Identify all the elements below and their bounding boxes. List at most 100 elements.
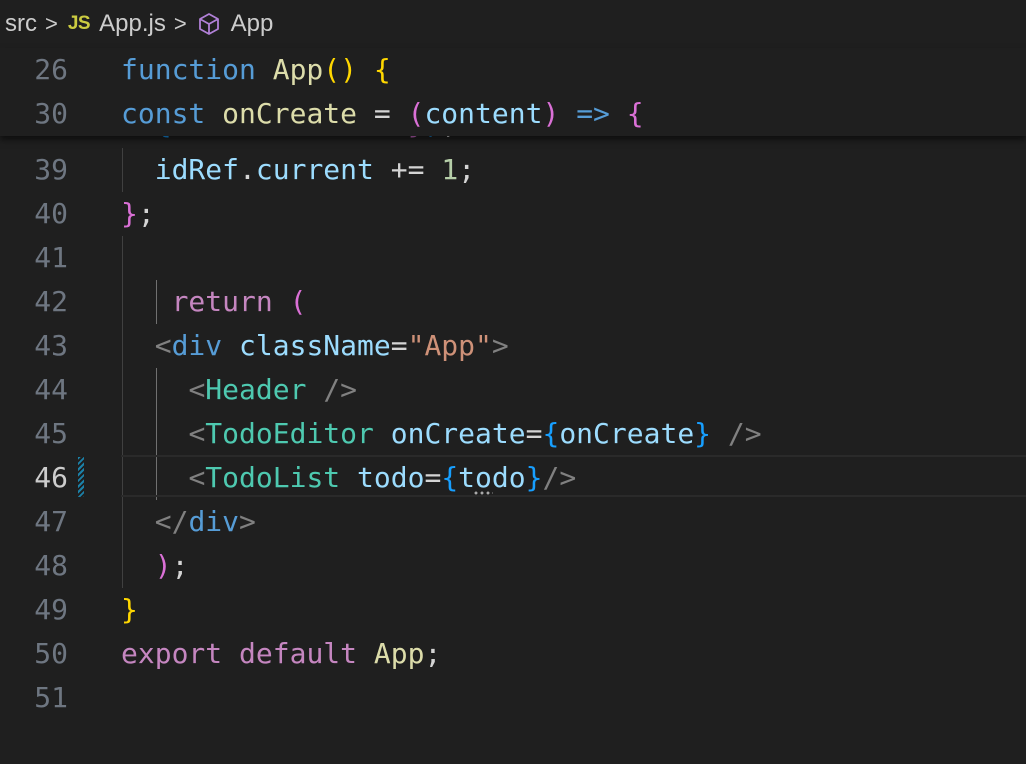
line-code: <div className="App"> [121, 324, 509, 368]
code-token: . [239, 153, 256, 186]
breadcrumb: src > JS App.js > App [0, 0, 1026, 48]
code-token: /> [542, 461, 577, 494]
code-line[interactable]: 47 </div> [0, 500, 1026, 544]
code-token: ; [171, 549, 189, 582]
partial-code-line: { }); [0, 136, 1026, 146]
breadcrumb-file[interactable]: App.js [99, 10, 166, 38]
code-token: TodoList [205, 461, 341, 494]
line-number: 41 [34, 241, 68, 274]
code-token: = [390, 329, 408, 362]
sticky-code-line[interactable]: 30 const onCreate = (content) => { [0, 92, 1026, 136]
code-line[interactable]: 50 export default App; [0, 632, 1026, 676]
line-number: 48 [34, 549, 68, 582]
code-token: = [525, 417, 543, 450]
code-token: < [188, 461, 206, 494]
code-line[interactable]: 41 [0, 236, 1026, 280]
code-token: ; [424, 637, 442, 670]
code-line[interactable]: 51 [0, 676, 1026, 720]
code-token: > [239, 505, 256, 538]
code-token: = [357, 97, 408, 130]
line-code: idRef.current += 1; [121, 148, 475, 192]
code-token: idRef [154, 153, 240, 186]
line-code: ); [121, 544, 189, 588]
line-number: 46 [34, 461, 68, 494]
code-token: += [373, 153, 442, 186]
code-token: = [424, 461, 442, 494]
line-number: 26 [34, 53, 68, 86]
code-token: ; [137, 197, 155, 230]
code-token: } [121, 197, 138, 230]
line-code: <TodoEditor onCreate={onCreate} /> [121, 412, 762, 456]
code-line[interactable]: 46 <TodoList todo={todo}/> [0, 456, 1026, 500]
code-token: div [188, 505, 240, 538]
code-token: < [154, 329, 172, 362]
breadcrumb-folder[interactable]: src [5, 10, 37, 38]
code-line[interactable]: 49} [0, 588, 1026, 632]
breadcrumb-symbol[interactable]: App [231, 10, 274, 38]
line-number: 49 [34, 593, 68, 626]
line-code: </div> [121, 500, 256, 544]
code-token: /> [323, 373, 358, 406]
code-token: 1 [441, 153, 459, 186]
code-line[interactable]: 39 idRef.current += 1; [0, 148, 1026, 192]
code-token: function [121, 53, 256, 86]
code-token: { [441, 461, 459, 494]
code-line[interactable]: 43 <div className="App"> [0, 324, 1026, 368]
code-token: div [171, 329, 223, 362]
code-token: => [576, 97, 610, 130]
code-token: onCreate [222, 97, 358, 130]
line-number: 51 [34, 681, 68, 714]
code-token: ; [458, 153, 476, 186]
code-token: App [373, 637, 425, 670]
line-number: 42 [34, 285, 68, 318]
chevron-right-icon: > [173, 11, 187, 36]
line-code: function App() { [121, 48, 391, 92]
code-token: todo [458, 461, 526, 494]
code-token: </ [154, 505, 189, 538]
line-number: 44 [34, 373, 68, 406]
code-token: ( [289, 285, 307, 318]
code-token: todo [357, 461, 425, 494]
code-token: { [373, 53, 391, 86]
code-token: } [121, 593, 138, 626]
line-code: <TodoList todo={todo}/> [121, 456, 576, 500]
code-token: ) [542, 97, 560, 130]
code-token: } [694, 417, 712, 450]
code-token: /> [727, 417, 762, 450]
line-number: 43 [34, 329, 68, 362]
code-token: { [626, 97, 644, 130]
code-line[interactable]: 45 <TodoEditor onCreate={onCreate} /> [0, 412, 1026, 456]
code-token: onCreate [559, 417, 695, 450]
code-line[interactable]: 42 return ( [0, 280, 1026, 324]
code-token: className [239, 329, 391, 362]
js-file-icon: JS [67, 13, 91, 34]
line-code: const onCreate = (content) => { [121, 92, 644, 136]
sticky-scroll-header[interactable]: 26 function App() {30 const onCreate = (co… [0, 48, 1026, 136]
code-token: ) [154, 549, 172, 582]
code-token: const [121, 97, 206, 130]
code-line[interactable]: 48 ); [0, 544, 1026, 588]
code-token: } [525, 461, 543, 494]
code-token: TodoEditor [205, 417, 374, 450]
sticky-code-line[interactable]: 26 function App() { [0, 48, 1026, 92]
symbol-method-icon [198, 13, 219, 35]
code-line[interactable]: 40}; [0, 192, 1026, 236]
code-token: ( [407, 97, 425, 130]
line-number: 47 [34, 505, 68, 538]
code-line[interactable]: 44 <Header /> [0, 368, 1026, 412]
line-number: 40 [34, 197, 68, 230]
chevron-right-icon: > [45, 11, 58, 36]
